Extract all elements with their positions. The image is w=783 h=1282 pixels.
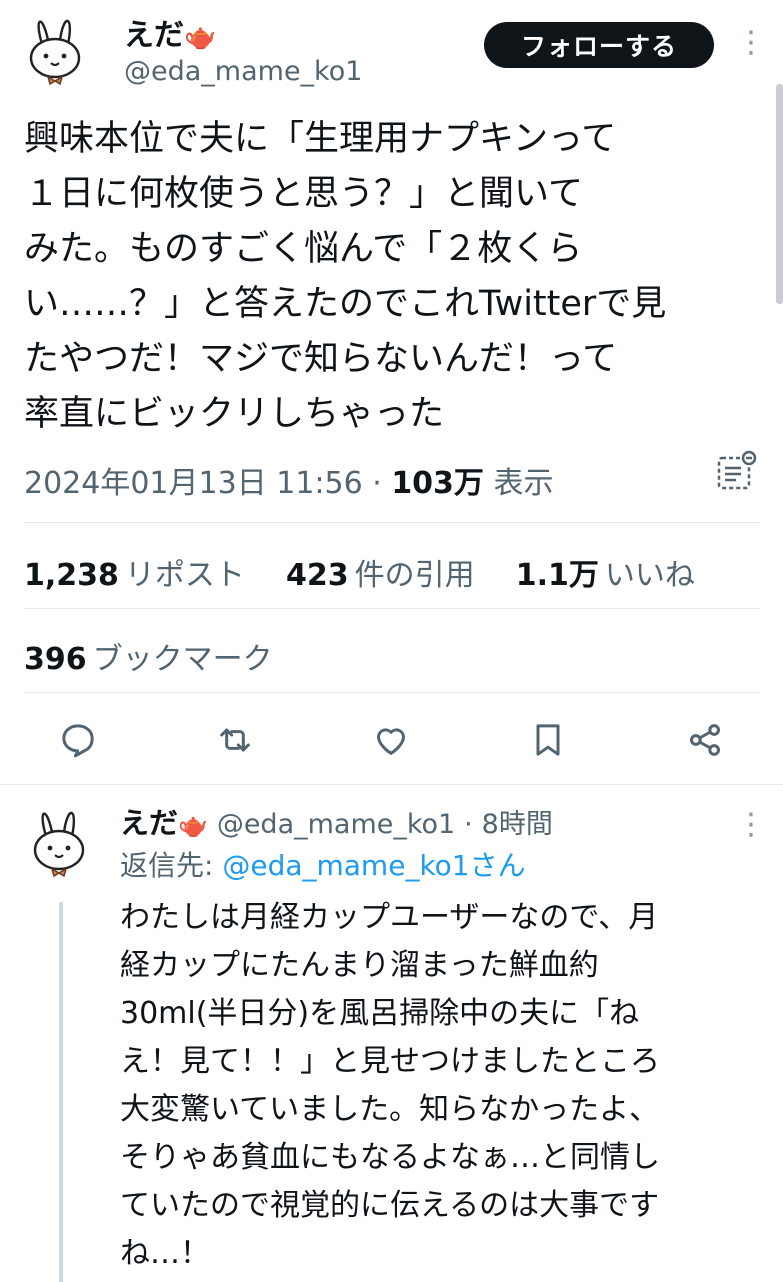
reply-author-handle[interactable]: @eda_mame_ko1 xyxy=(217,809,455,840)
author-avatar[interactable] xyxy=(20,14,90,86)
reply-author-name[interactable]: えだ🫖 xyxy=(120,806,208,840)
reposts-stat[interactable]: 1,238 リポスト xyxy=(24,558,245,593)
tweet-text: 興味本位で夫に「生理用ナプキンって １日に何枚使うと思う？」と聞いて みた。もの… xyxy=(24,119,667,434)
divider xyxy=(0,784,783,785)
author-name[interactable]: えだ🫖 xyxy=(124,10,216,54)
reply-more-options-icon[interactable]: ⋮ xyxy=(736,810,766,840)
tweet-date[interactable]: 2024年01月13日 11:56 xyxy=(24,466,363,501)
views-count: 103万 xyxy=(391,466,484,501)
divider xyxy=(24,608,760,609)
stats-row: 1,238 リポスト 423 件の引用 1.1万 いいね xyxy=(24,550,695,594)
likes-stat[interactable]: 1.1万 いいね xyxy=(516,558,695,593)
bookmark-icon[interactable] xyxy=(528,720,568,760)
bunny-avatar-icon xyxy=(33,811,85,878)
teapot-emoji-icon: 🫖 xyxy=(184,22,217,52)
repost-icon[interactable] xyxy=(215,720,255,760)
reply-text: わたしは月経カップユーザーなので、月 経カップにたんまり溜まった鮮血約 30ml… xyxy=(120,900,660,1271)
reply-icon[interactable] xyxy=(58,720,98,760)
author-handle[interactable]: @eda_mame_ko1 xyxy=(124,56,362,87)
teapot-emoji-icon: 🫖 xyxy=(178,811,208,839)
bookmarks-stat[interactable]: 396 ブックマーク xyxy=(24,634,273,678)
reply-author-avatar[interactable] xyxy=(24,806,94,878)
scrollbar[interactable] xyxy=(776,84,783,304)
reply-to-line: 返信先: @eda_mame_ko1さん xyxy=(120,849,526,882)
more-options-icon[interactable]: ⋮ xyxy=(736,28,766,58)
share-icon[interactable] xyxy=(685,720,725,760)
tweet-meta: 2024年01月13日 11:56 · 103万 表示 xyxy=(24,466,554,501)
bunny-avatar-icon xyxy=(29,19,81,86)
quotes-stat[interactable]: 423 件の引用 xyxy=(286,558,475,593)
reply-to-link[interactable]: @eda_mame_ko1さん xyxy=(222,849,525,882)
reply-header: えだ🫖 @eda_mame_ko1 · 8時間 xyxy=(120,806,553,840)
divider xyxy=(24,692,760,693)
analytics-icon[interactable] xyxy=(714,450,758,498)
follow-button[interactable]: フォローする xyxy=(484,22,714,68)
divider xyxy=(24,522,760,523)
views-label: 表示 xyxy=(493,466,554,501)
reply-time[interactable]: 8時間 xyxy=(482,809,553,840)
like-icon[interactable] xyxy=(371,720,411,760)
thread-line xyxy=(59,902,63,1282)
